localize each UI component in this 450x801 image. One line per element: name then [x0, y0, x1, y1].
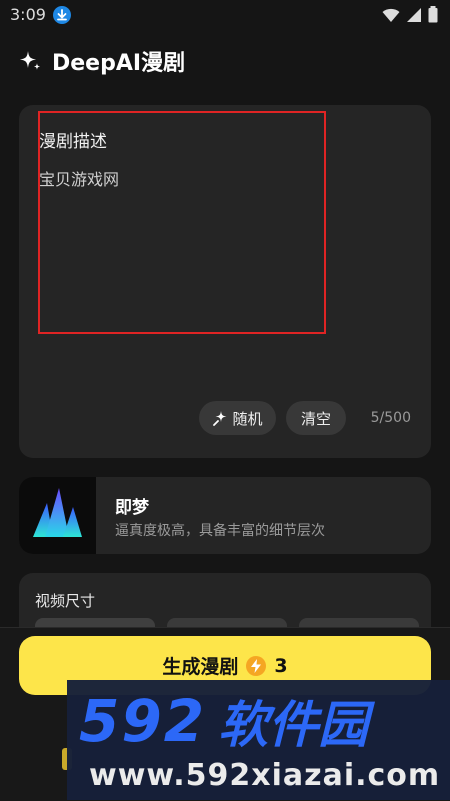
model-description: 逼真度极高，具备丰富的细节层次 [115, 523, 325, 539]
app-header: DeepAI漫剧 [18, 44, 185, 78]
model-name: 即梦 [115, 498, 149, 518]
video-size-label: 视频尺寸 [35, 592, 96, 610]
description-card[interactable]: 漫剧描述 宝贝游戏网 随机 清空 5/500 [19, 105, 431, 458]
generate-cost: 3 [274, 654, 288, 677]
random-button[interactable]: 随机 [199, 401, 276, 435]
battery-icon [428, 6, 438, 23]
annotation-highlight-box [38, 111, 326, 334]
app-title: DeepAI漫剧 [52, 51, 186, 76]
watermark-url: www.592xiazai.com [89, 758, 441, 793]
random-button-label: 随机 [232, 409, 263, 428]
watermark-overlay: 592 软件园 www.592xiazai.com [67, 680, 450, 800]
watermark-logo: 592 软件园 [79, 686, 449, 756]
status-bar: 3:09 [0, 0, 450, 30]
character-counter: 5/500 [370, 410, 411, 426]
download-notification-icon [53, 6, 71, 24]
model-selector-card[interactable]: 即梦 逼真度极高，具备丰富的细节层次 [19, 477, 431, 554]
magic-wand-icon [213, 411, 227, 426]
lightning-coin-icon [246, 655, 267, 676]
clear-button-label: 清空 [300, 409, 331, 428]
cellular-icon [407, 7, 421, 22]
clear-button[interactable]: 清空 [286, 401, 346, 435]
watermark-chinese: 软件园 [218, 696, 369, 754]
generate-button-label: 生成漫剧 [162, 656, 239, 678]
model-logo [19, 477, 96, 554]
watermark-digits: 592 [79, 687, 207, 755]
wifi-icon [382, 8, 400, 22]
status-time: 3:09 [10, 5, 46, 24]
system-icons [382, 6, 438, 23]
sparkle-icon [20, 51, 40, 70]
